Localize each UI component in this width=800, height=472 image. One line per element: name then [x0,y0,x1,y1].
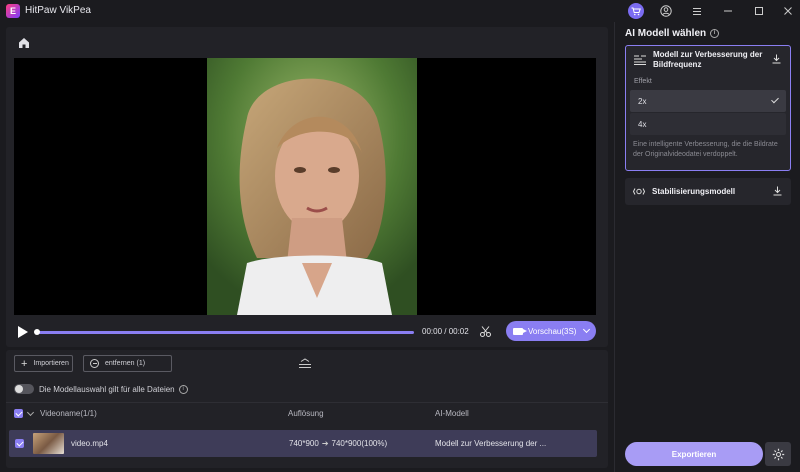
video-preview [14,58,596,315]
divider [6,402,608,403]
column-header-model: AI-Modell [435,409,469,418]
import-button-label: Importieren [33,360,69,367]
account-icon[interactable] [658,3,674,19]
preview-panel: 00:00 / 00:02 Vorschau(3S) [6,27,608,347]
model-card-frame-interpolation[interactable]: Modell zur Verbesserung der Bildfrequenz… [625,45,791,171]
video-thumbnail [33,433,64,454]
download-icon[interactable] [772,54,781,64]
row-checkbox[interactable] [15,439,24,448]
column-header-resolution: Auflösung [288,409,324,418]
camera-icon [513,327,527,335]
frame-rate-icon [634,55,646,65]
model-panel: AI Modell wählen i Modell zur Verbesserun… [614,22,800,472]
file-list-panel: + Importieren entfernen (1) Die Modellau… [6,350,608,468]
model-title: Modell zur Verbesserung der Bildfrequenz [653,50,763,69]
preview-button[interactable]: Vorschau(3S) [506,321,596,341]
model-card-stabilization[interactable]: Stabilisierungsmodell [625,178,791,205]
resolution-cell: 740*900 ➔ 740*900(100%) [289,439,387,448]
time-display: 00:00 / 00:02 [422,327,469,336]
play-button[interactable] [18,326,28,338]
panel-title: AI Modell wählen i [625,28,720,39]
stabilization-icon [632,186,646,197]
remove-button[interactable]: entfernen (1) [83,355,172,372]
import-button[interactable]: + Importieren [14,355,73,372]
progress-handle[interactable] [34,329,40,335]
chevron-down-icon [583,325,591,334]
resolution-from: 740*900 [289,439,319,448]
model-cell: Modell zur Verbesserung der ... [435,439,547,448]
effect-option-4x[interactable]: 4x [630,113,786,135]
minus-circle-icon [90,359,99,368]
app-logo: E [6,4,20,18]
collapse-panel-icon[interactable] [298,358,312,370]
column-header-name[interactable]: Videoname(1/1) [40,409,97,418]
option-label: 4x [638,119,647,129]
option-label: 2x [638,96,647,106]
cart-icon[interactable] [628,3,644,19]
resolution-to: 740*900(100%) [331,439,388,448]
effect-option-2x[interactable]: 2x [630,90,786,112]
arrow-right-icon: ➔ [321,439,329,448]
apply-all-toggle[interactable] [14,384,34,394]
video-frame-image [207,58,417,315]
preview-button-label: Vorschau(3S) [528,326,577,336]
player-controls: 00:00 / 00:02 Vorschau(3S) [14,321,596,341]
chevron-down-icon[interactable] [26,408,35,417]
apply-all-label: Die Modellauswahl gilt für alle Dateien i [39,385,188,395]
home-icon[interactable] [18,37,30,49]
app-title: HitPaw VikPea [25,5,91,16]
plus-icon: + [21,357,28,370]
download-icon[interactable] [773,186,782,196]
export-button[interactable]: Exportieren [625,442,763,466]
close-icon[interactable] [780,3,796,19]
progress-bar[interactable] [36,331,414,334]
select-all-checkbox[interactable] [14,409,23,418]
effect-label: Effekt [634,78,652,85]
check-icon [771,95,779,104]
title-bar: E HitPaw VikPea [0,0,800,22]
menu-icon[interactable] [689,3,705,19]
gear-icon [772,448,784,460]
maximize-icon[interactable] [751,3,767,19]
model-title: Stabilisierungsmodell [652,187,736,196]
table-row[interactable]: video.mp4 740*900 ➔ 740*900(100%) Modell z… [9,430,597,457]
panel-title-text: AI Modell wählen [625,28,707,39]
info-icon[interactable]: i [178,385,188,395]
scissors-icon[interactable] [479,325,492,338]
file-name: video.mp4 [71,439,108,448]
apply-all-label-text: Die Modellauswahl gilt für alle Dateien [39,385,175,394]
minimize-icon[interactable] [720,3,736,19]
info-icon[interactable]: i [710,28,720,38]
model-description: Eine intelligente Verbesserung, die die … [633,141,778,158]
remove-button-label: entfernen (1) [105,360,146,367]
settings-button[interactable] [765,442,791,466]
